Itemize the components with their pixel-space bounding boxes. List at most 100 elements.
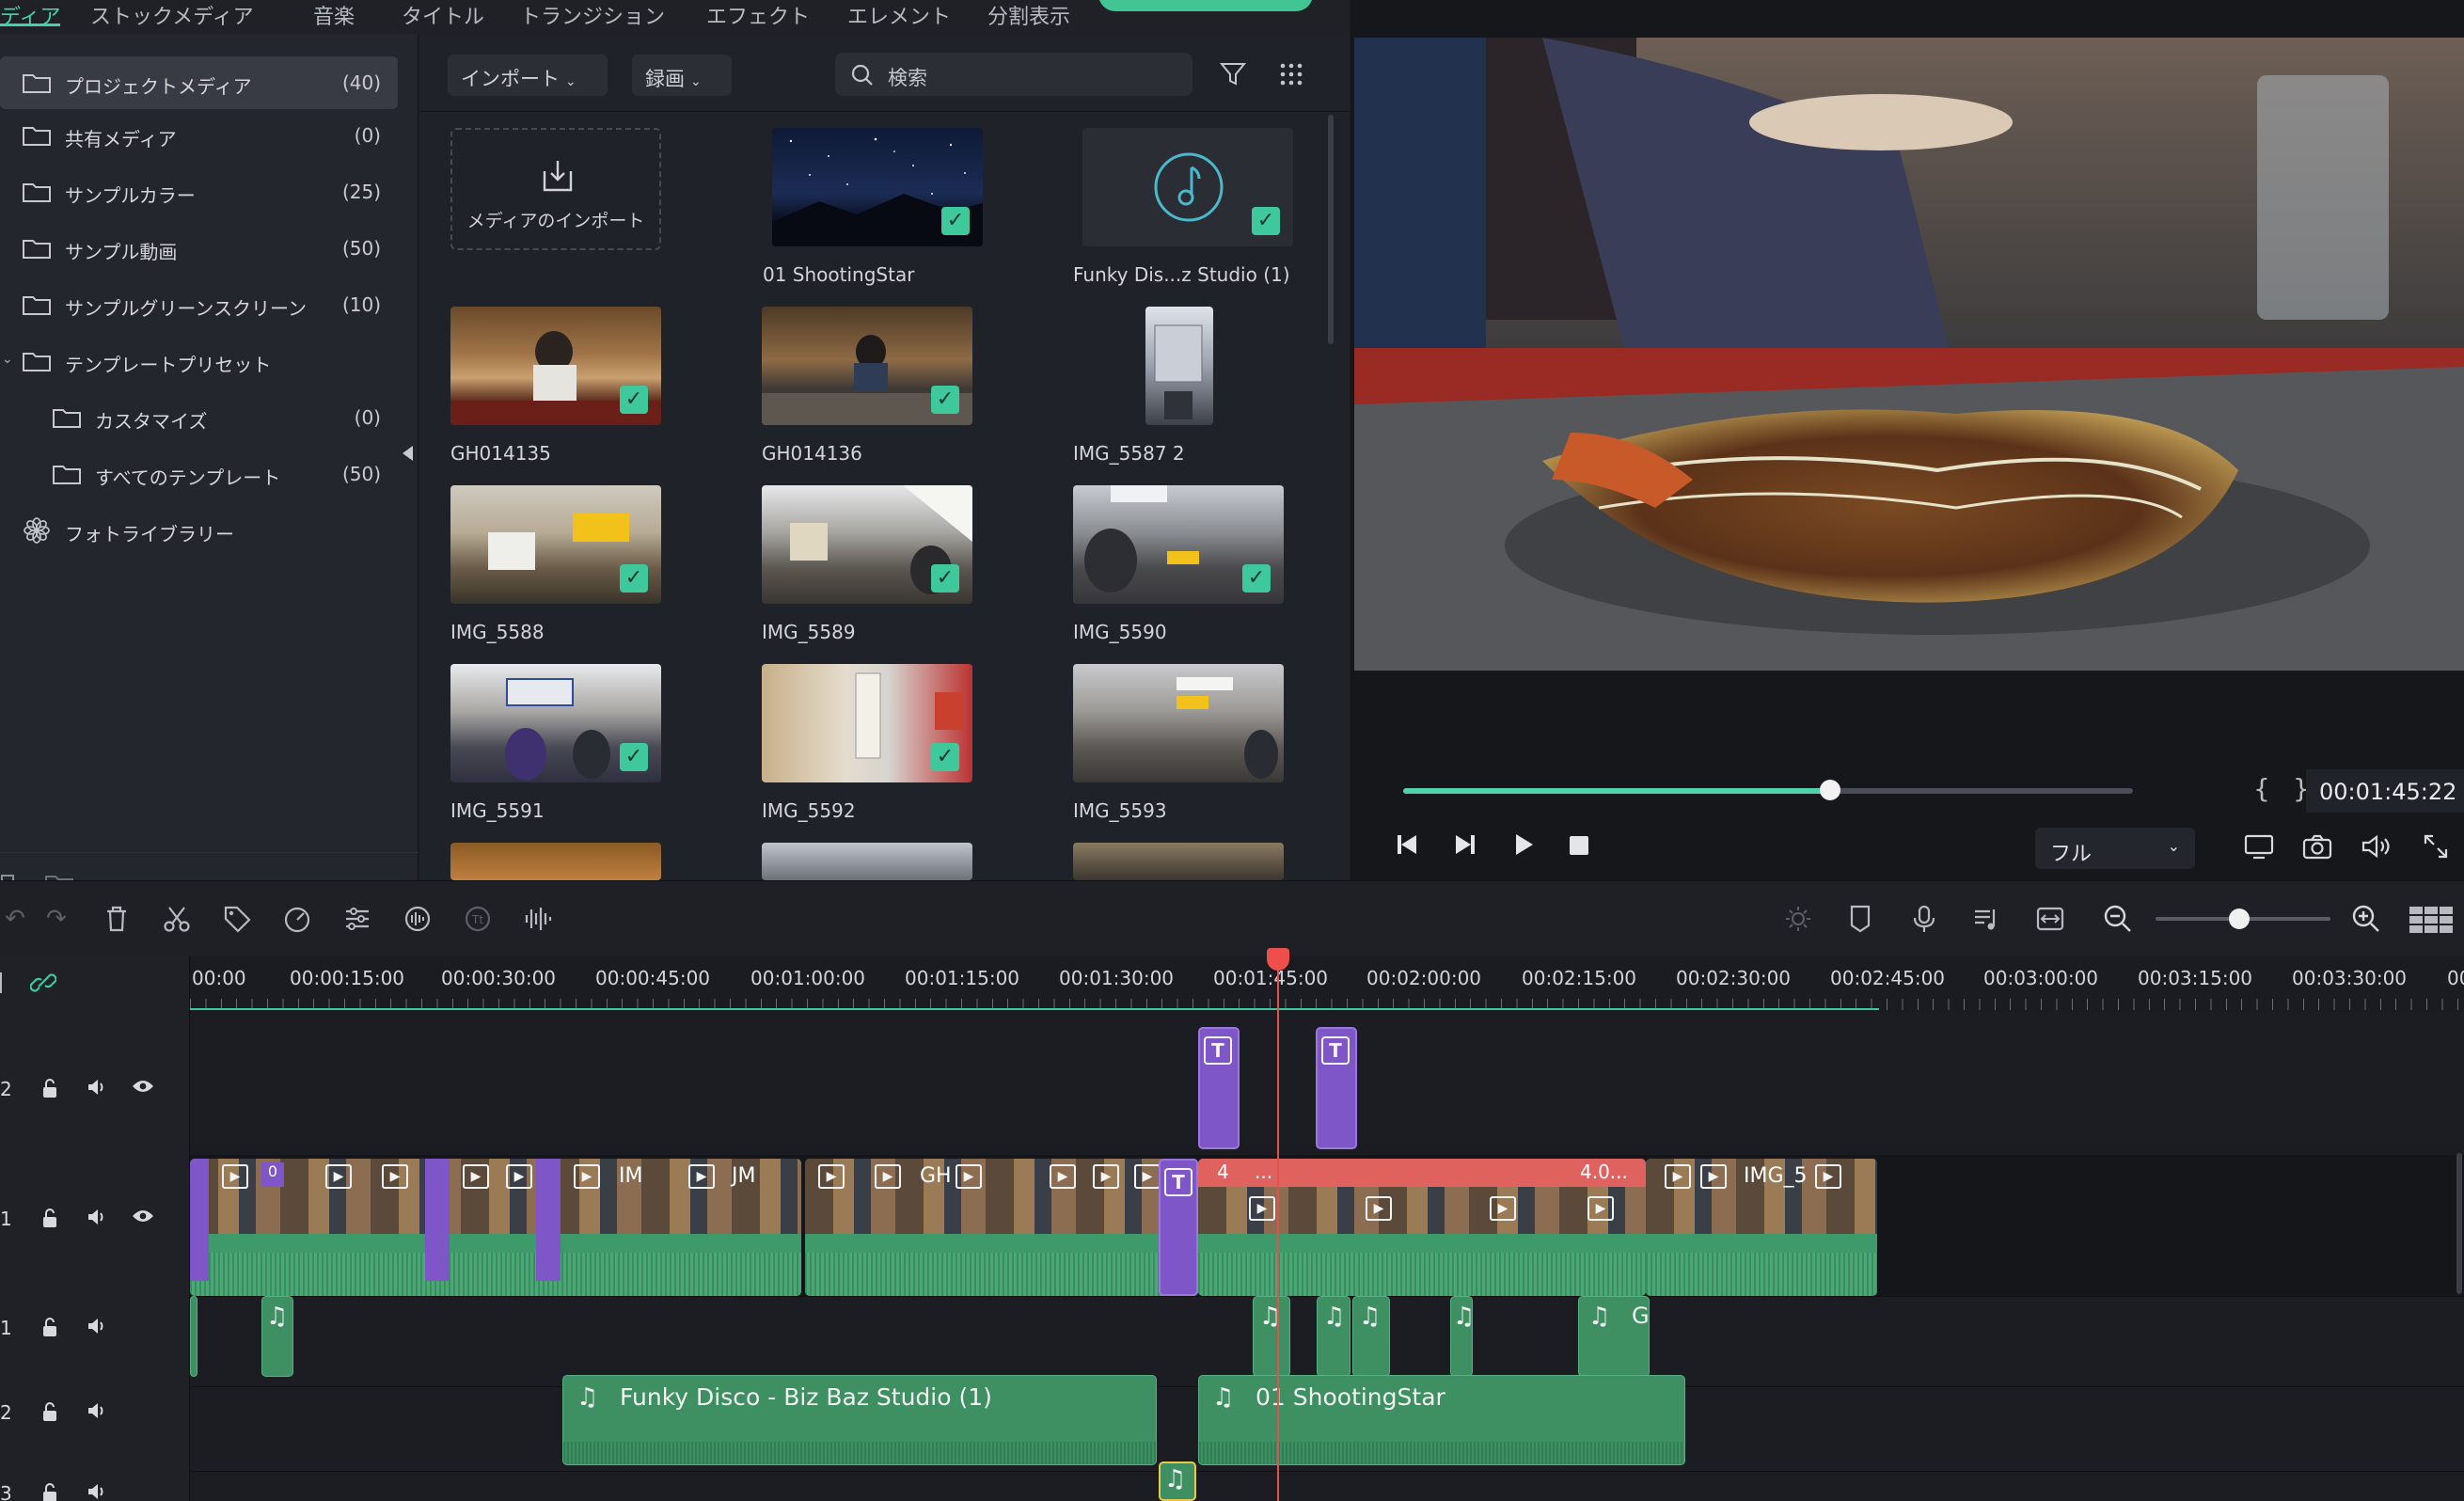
step-back-icon[interactable] xyxy=(1392,831,1422,858)
zoom-out-icon[interactable] xyxy=(2103,904,2133,934)
playback-progress-bar[interactable] xyxy=(1403,780,2133,800)
search-input[interactable]: 検索 xyxy=(835,53,1193,96)
sidebar-item-photo-library[interactable]: フォトライブラリー xyxy=(0,504,398,557)
tab-music[interactable]: 音楽 xyxy=(313,0,355,29)
timeline-ruler[interactable]: 00:00 00:00:15:00 00:00:30:00 00:00:45:0… xyxy=(190,956,2464,1012)
audio-clip-small[interactable]: ♫ xyxy=(1253,1296,1290,1377)
track-layout-icon[interactable] xyxy=(2408,904,2455,934)
media-thumbnail-img5593[interactable] xyxy=(1073,664,1284,782)
fullscreen-icon[interactable] xyxy=(2423,833,2449,860)
render-sun-icon[interactable] xyxy=(1783,904,1813,934)
media-thumbnail-img5592[interactable]: ✓ xyxy=(762,664,972,782)
video-clip-group-3[interactable]: 4 ... ▶ ▶ ▶ ▶ 4.0... xyxy=(1198,1159,1646,1296)
media-thumbnail-img5588[interactable]: ✓ xyxy=(450,485,661,604)
audio-clip-small[interactable]: ♫ G xyxy=(1578,1296,1650,1377)
media-thumbnail-img5587[interactable] xyxy=(1145,307,1213,425)
delete-icon[interactable] xyxy=(102,904,132,934)
chevron-down-icon[interactable]: ⌄ xyxy=(2,352,13,367)
sidebar-item-customize[interactable]: カスタマイズ (0) xyxy=(0,391,398,444)
waveform-icon[interactable] xyxy=(523,904,553,934)
tab-transitions[interactable]: トランジション xyxy=(520,0,665,29)
grid-view-icon[interactable] xyxy=(1279,62,1303,87)
media-thumbnail-gh014136[interactable]: ✓ xyxy=(762,307,972,425)
audio-clip-small[interactable] xyxy=(190,1296,197,1377)
tab-media[interactable]: ディア xyxy=(0,0,61,29)
record-dropdown-button[interactable]: 録画 ⌄ xyxy=(632,55,732,96)
eye-icon[interactable] xyxy=(132,1208,154,1224)
audio-clip-small[interactable]: ♫ xyxy=(1317,1296,1350,1377)
speaker-icon[interactable] xyxy=(87,1482,107,1501)
media-thumbnail-img5590[interactable]: ✓ xyxy=(1073,485,1284,604)
sidebar-item-sample-colors[interactable]: サンプルカラー (25) xyxy=(0,166,398,218)
music-list-icon[interactable] xyxy=(1971,904,2001,934)
audio-mix-icon[interactable] xyxy=(403,904,433,934)
step-forward-icon[interactable] xyxy=(1450,831,1480,858)
mark-in-button[interactable]: { xyxy=(2253,773,2270,804)
collapse-sidebar-icon[interactable] xyxy=(403,446,413,461)
video-clip-group-2[interactable]: ▶ ▶ ▶ ▶ ▶ ▶ GH xyxy=(805,1159,1198,1296)
speaker-icon[interactable] xyxy=(87,1317,107,1335)
tab-elements[interactable]: エレメント xyxy=(847,0,951,29)
tab-stock-media[interactable]: ストックメディア xyxy=(90,0,254,29)
adjust-sliders-icon[interactable] xyxy=(342,904,372,934)
media-thumbnail-gh014135[interactable]: ✓ xyxy=(450,307,661,425)
sidebar-item-all-templates[interactable]: すべてのテンプレート (50) xyxy=(0,448,398,500)
monitor-icon[interactable] xyxy=(2244,833,2274,860)
speaker-icon[interactable] xyxy=(87,1208,107,1226)
progress-knob[interactable] xyxy=(1819,780,1840,800)
link-icon[interactable] xyxy=(30,969,56,997)
marker-shield-icon[interactable] xyxy=(1845,904,1875,934)
media-thumbnail-partial[interactable] xyxy=(762,843,972,880)
filter-icon[interactable] xyxy=(1219,60,1247,88)
media-thumbnail-img5589[interactable]: ✓ xyxy=(762,485,972,604)
media-scrollbar[interactable] xyxy=(1328,115,1334,344)
title-clip[interactable]: T xyxy=(1316,1027,1357,1149)
volume-icon[interactable] xyxy=(2361,833,2393,860)
audio-clip-small[interactable]: ♫ xyxy=(1450,1296,1473,1377)
undo-icon[interactable]: ↶ xyxy=(0,904,30,934)
sidebar-item-sample-videos[interactable]: サンプル動画 (50) xyxy=(0,222,398,275)
import-media-card[interactable]: メディアのインポート xyxy=(450,128,661,250)
stop-icon[interactable] xyxy=(1569,835,1589,856)
lock-icon[interactable] xyxy=(41,1401,58,1422)
preview-video-frame[interactable] xyxy=(1354,38,2464,671)
split-scissors-icon[interactable] xyxy=(162,904,192,934)
video-clip-group-4[interactable]: ▶ ▶ ▶ IMG_5 xyxy=(1646,1159,1877,1296)
title-clip[interactable]: T xyxy=(1198,1027,1240,1149)
playhead-handle[interactable] xyxy=(1267,948,1289,971)
media-thumbnail-img5591[interactable]: ✓ xyxy=(450,664,661,782)
lock-icon[interactable] xyxy=(41,1208,58,1228)
audio-clip-small[interactable]: ♫ xyxy=(1352,1296,1390,1377)
play-icon[interactable] xyxy=(1510,831,1537,858)
lock-icon[interactable] xyxy=(41,1482,58,1501)
media-thumbnail-funky-disco[interactable]: ✓ xyxy=(1082,128,1293,246)
eye-icon[interactable] xyxy=(132,1078,154,1095)
speaker-icon[interactable] xyxy=(87,1401,107,1420)
audio-clip-small[interactable]: ♫ xyxy=(261,1296,293,1377)
sidebar-item-sample-green-screen[interactable]: サンプルグリーンスクリーン (10) xyxy=(0,278,398,331)
audio-clip-selected[interactable]: ♫ xyxy=(1159,1462,1196,1501)
redo-icon[interactable]: ↷ xyxy=(41,904,71,934)
import-dropdown-button[interactable]: インポート ⌄ xyxy=(448,55,608,96)
lock-icon[interactable] xyxy=(41,1078,58,1098)
fit-timeline-icon[interactable] xyxy=(2035,904,2065,934)
media-thumbnail-partial[interactable] xyxy=(450,843,661,880)
preview-quality-select[interactable]: フル ⌄ xyxy=(2035,828,2195,869)
speed-icon[interactable] xyxy=(282,904,312,934)
tab-effects[interactable]: エフェクト xyxy=(706,0,810,29)
sidebar-item-template-presets[interactable]: ⌄ テンプレートプリセット xyxy=(0,335,398,387)
export-button[interactable] xyxy=(1098,0,1313,11)
audio-clip-shooting-star[interactable]: ♫ 01 ShootingStar xyxy=(1198,1375,1685,1465)
zoom-slider-knob[interactable] xyxy=(2229,908,2250,929)
audio-track-3[interactable] xyxy=(190,1471,2464,1501)
tag-icon[interactable] xyxy=(222,904,252,934)
auto-caption-icon[interactable]: Tt xyxy=(463,904,493,934)
sidebar-item-shared-media[interactable]: 共有メディア (0) xyxy=(0,109,398,162)
media-thumbnail-partial[interactable] xyxy=(1073,843,1284,880)
playhead-line[interactable] xyxy=(1277,956,1279,1501)
speaker-icon[interactable] xyxy=(87,1078,107,1097)
tab-split-screen[interactable]: 分割表示 xyxy=(987,0,1070,29)
audio-clip-funky-disco[interactable]: ♫ Funky Disco - Biz Baz Studio (1) xyxy=(562,1375,1157,1465)
media-thumbnail-shooting-star[interactable]: ✓ xyxy=(772,128,983,246)
lock-icon[interactable] xyxy=(41,1317,58,1337)
